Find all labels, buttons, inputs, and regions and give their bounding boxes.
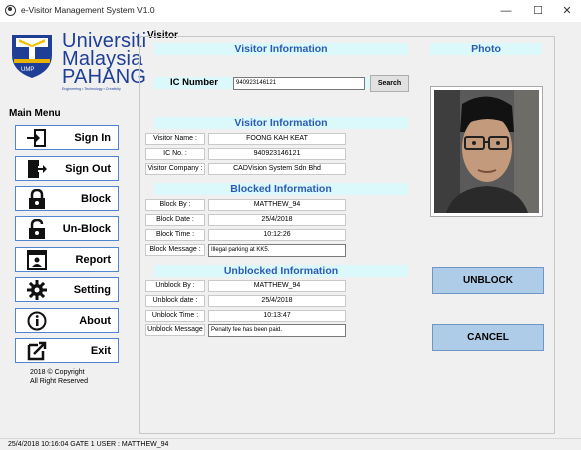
unblock-menu-button[interactable]: Un-Block <box>15 216 119 241</box>
maximize-button[interactable]: ☐ <box>524 1 552 21</box>
university-logo: UMP Universiti Malaysia PAHANG Engineeri… <box>6 27 146 93</box>
unlock-icon <box>29 219 45 239</box>
report-button[interactable]: Report <box>15 247 119 272</box>
gear-icon <box>27 280 47 300</box>
unblock-by-value: MATTHEW_94 <box>208 280 346 292</box>
ic-number-input[interactable]: 940923146121 <box>233 77 365 90</box>
visitor-details-header: Visitor Information <box>154 117 408 129</box>
copyright: 2018 © Copyright All Right Reserved <box>30 368 88 386</box>
unblocked-info-header: Unblocked Information <box>154 265 408 277</box>
search-button[interactable]: Search <box>370 75 409 92</box>
status-bar: 25/4/2018 10:16:04 GATE 1 USER : MATTHEW… <box>0 438 581 450</box>
unblock-by-label: Unblock By : <box>145 280 205 292</box>
unblock-message-input[interactable]: Penalty fee has been paid. <box>208 324 346 337</box>
minimize-button[interactable]: — <box>492 1 520 21</box>
block-button[interactable]: Block <box>15 186 119 211</box>
lock-icon <box>29 189 45 209</box>
exit-label: Exit <box>90 345 111 357</box>
ic-number-label: IC Number <box>169 77 219 88</box>
unblock-menu-label: Un-Block <box>62 223 111 235</box>
window-title: e-Visitor Management System V1.0 <box>21 5 155 15</box>
cancel-button[interactable]: CANCEL <box>432 324 544 351</box>
block-message-input[interactable]: Illegal parking at KK5. <box>208 244 346 257</box>
sign-in-label: Sign In <box>74 132 111 144</box>
unblock-date-value: 25/4/2018 <box>208 295 346 307</box>
unblock-time-value: 10:13:47 <box>208 310 346 322</box>
report-label: Report <box>75 254 111 266</box>
unblock-button[interactable]: UNBLOCK <box>432 267 544 294</box>
block-label: Block <box>81 193 111 205</box>
logo-tagline: Engineering • Technology • Creativity <box>62 87 121 91</box>
about-label: About <box>79 315 111 327</box>
visitor-photo-image <box>434 90 539 213</box>
block-date-label: Block Date : <box>145 214 205 226</box>
visitor-company-label: Visitor Company : <box>145 163 205 175</box>
exit-button[interactable]: Exit <box>15 338 119 363</box>
sign-out-icon <box>28 160 47 178</box>
block-date-value: 25/4/2018 <box>208 214 346 226</box>
unblock-time-label: Unblock Time : <box>145 310 205 322</box>
block-time-value: 10:12:26 <box>208 229 346 241</box>
photo-header: Photo <box>430 43 542 55</box>
setting-button[interactable]: Setting <box>15 277 119 302</box>
visitor-name-label: Visitor Name : <box>145 133 205 145</box>
block-time-label: Block Time : <box>145 229 205 241</box>
ump-shield-icon: UMP <box>12 35 52 78</box>
sign-out-label: Sign Out <box>65 163 111 175</box>
unblock-date-label: Unblock date : <box>145 295 205 307</box>
visitor-photo-frame <box>430 86 543 217</box>
blocked-info-header: Blocked Information <box>154 183 408 195</box>
info-icon <box>27 311 47 331</box>
copyright-line-1: 2018 © Copyright <box>30 369 85 376</box>
ic-no-value: 940923146121 <box>208 148 346 160</box>
sign-in-icon <box>27 129 46 147</box>
setting-label: Setting <box>73 284 111 296</box>
unblock-message-label: Unblock Message <box>145 324 205 336</box>
block-message-label: Block Message : <box>145 244 205 256</box>
visitor-name-value: FOONG KAH KEAT <box>208 133 346 145</box>
sign-in-button[interactable]: Sign In <box>15 125 119 150</box>
sign-out-button[interactable]: Sign Out <box>15 156 119 181</box>
block-by-value: MATTHEW_94 <box>208 199 346 211</box>
svg-text:UMP: UMP <box>21 67 34 73</box>
main-menu-heading: Main Menu <box>9 108 61 119</box>
main-window: UMP Universiti Malaysia PAHANG Engineeri… <box>0 22 581 438</box>
visitor-info-header: Visitor Information <box>154 43 408 55</box>
logo-line-3: PAHANG <box>62 66 147 88</box>
app-icon <box>5 5 16 16</box>
copyright-line-2: All Right Reserved <box>30 378 88 385</box>
close-button[interactable]: ✕ <box>553 1 581 21</box>
visitor-company-value: CADVision System Sdn Bhd <box>208 163 346 175</box>
exit-icon <box>27 341 47 361</box>
title-bar: e-Visitor Management System V1.0 — ☐ ✕ <box>0 0 581 22</box>
block-by-label: Block By : <box>145 199 205 211</box>
visitor-photo <box>434 90 539 213</box>
ic-no-label: IC No. : <box>145 148 205 160</box>
report-icon <box>27 250 47 270</box>
about-button[interactable]: About <box>15 308 119 333</box>
